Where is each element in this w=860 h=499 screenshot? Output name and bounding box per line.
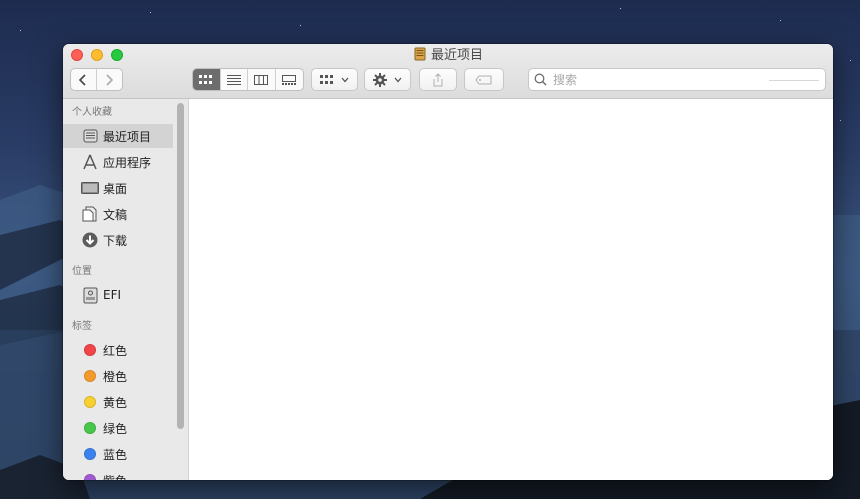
sidebar-item-label: 桌面 [103, 181, 128, 196]
tag-orange-dot-icon [84, 370, 96, 382]
sidebar-tag-purple[interactable]: 紫色 [63, 468, 173, 480]
icon-view-icon [199, 74, 213, 84]
recents-icon [81, 127, 99, 145]
grid-icon [320, 74, 333, 84]
sidebar-item-recents[interactable]: 最近项目 [63, 124, 173, 148]
tag-icon [475, 75, 492, 84]
back-button[interactable] [71, 69, 97, 90]
titlebar: 最近项目 [63, 44, 833, 99]
column-view-button[interactable] [248, 69, 276, 90]
share-icon [433, 72, 443, 86]
sidebar-item-label: EFI [103, 288, 122, 302]
tag-red-dot-icon [84, 344, 96, 356]
sidebar-tag-green[interactable]: 绿色 [63, 416, 173, 440]
gallery-view-button[interactable] [276, 69, 303, 90]
search-divider [769, 80, 819, 81]
share-button[interactable] [419, 68, 457, 91]
action-menu-button[interactable] [364, 68, 411, 91]
search-field[interactable] [528, 68, 826, 91]
sidebar-tag-red[interactable]: 红色 [63, 338, 173, 362]
sidebar-heading-favorites: 个人收藏 [72, 107, 112, 118]
disk-icon [81, 286, 99, 304]
column-view-icon [254, 74, 269, 85]
gear-icon [373, 72, 387, 87]
file-browser-content[interactable] [189, 99, 833, 480]
gallery-view-icon [282, 74, 297, 85]
list-view-button[interactable] [221, 69, 248, 90]
tag-yellow-dot-icon [84, 396, 96, 408]
sidebar-item-applications[interactable]: 应用程序 [63, 150, 173, 174]
sidebar-tag-yellow[interactable]: 黄色 [63, 390, 173, 414]
sidebar-tag-blue[interactable]: 蓝色 [63, 442, 173, 466]
applications-icon [81, 153, 99, 171]
sidebar-heading-locations: 位置 [72, 266, 92, 277]
list-view-icon [226, 74, 241, 85]
search-input[interactable] [553, 72, 773, 87]
sidebar-item-label: 最近项目 [103, 129, 152, 144]
chevron-right-icon [106, 73, 114, 86]
tag-green-dot-icon [84, 422, 96, 434]
sidebar: 个人收藏 最近项目 应用程序 桌面 文稿 下载 位置 EFI 标签 红色 橙色 … [63, 99, 189, 480]
chevron-down-icon [341, 77, 349, 82]
chevron-down-icon [394, 77, 402, 82]
chevron-left-icon [79, 73, 86, 86]
view-mode-segmented-control [192, 68, 304, 91]
edit-tags-button[interactable] [464, 68, 504, 91]
window-title-text: 最近项目 [430, 48, 483, 63]
sidebar-item-label: 紫色 [103, 472, 127, 481]
group-by-button[interactable] [311, 68, 358, 91]
navigation-buttons [70, 68, 123, 91]
sidebar-heading-tags: 标签 [72, 321, 92, 332]
finder-window: 最近项目 搜索 个人收藏 最近项目 应用程序 桌面 文稿 下载 位置 EFI 标… [63, 44, 833, 480]
sidebar-item-label: 黄色 [103, 395, 128, 410]
desktop-icon [81, 179, 99, 197]
sidebar-item-desktop[interactable]: 桌面 [63, 176, 173, 200]
sidebar-item-label: 红色 [103, 343, 128, 358]
sidebar-item-documents[interactable]: 文稿 [63, 202, 173, 226]
sidebar-item-efi[interactable]: EFI [63, 283, 173, 307]
tag-purple-dot-icon [84, 474, 96, 480]
tag-blue-dot-icon [84, 448, 96, 460]
sidebar-item-label: 下载 [103, 233, 128, 248]
sidebar-item-label: 文稿 [103, 207, 128, 222]
sidebar-item-label: 蓝色 [103, 447, 128, 462]
search-icon [534, 73, 547, 86]
sidebar-item-downloads[interactable]: 下载 [63, 228, 173, 252]
downloads-icon [81, 231, 99, 249]
documents-icon [81, 205, 99, 223]
recents-icon [413, 47, 427, 61]
window-title: 最近项目 [63, 47, 833, 64]
sidebar-scrollbar[interactable] [177, 103, 184, 429]
sidebar-item-label: 应用程序 [103, 155, 152, 170]
icon-view-button[interactable] [193, 69, 221, 90]
sidebar-item-label: 橙色 [103, 369, 128, 384]
sidebar-tag-orange[interactable]: 橙色 [63, 364, 173, 388]
sidebar-item-label: 绿色 [103, 421, 128, 436]
forward-button[interactable] [97, 69, 122, 90]
